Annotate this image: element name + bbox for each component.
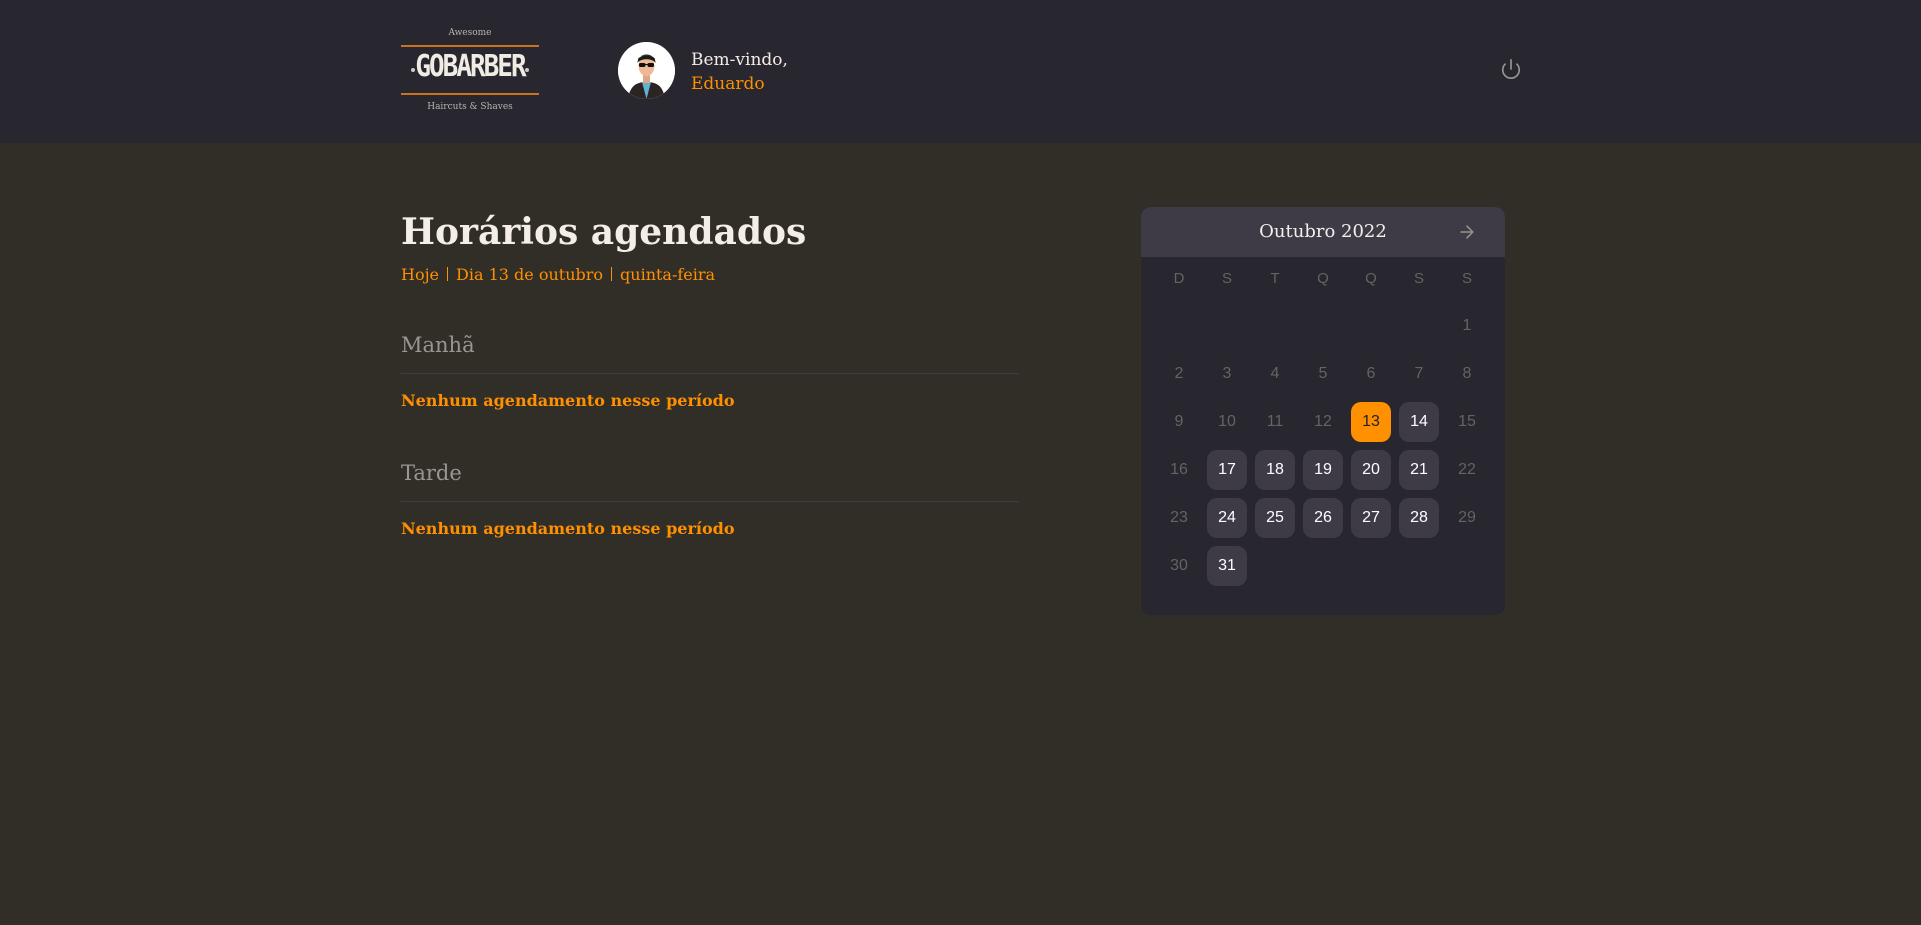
calendar-day[interactable]: 27 bbox=[1351, 498, 1391, 538]
section-title-afternoon: Tarde bbox=[401, 461, 462, 485]
empty-message-morning: Nenhum agendamento nesse período bbox=[401, 391, 735, 410]
calendar-day: 9 bbox=[1174, 413, 1184, 430]
calendar-day: 10 bbox=[1218, 413, 1236, 430]
subtitle-separator bbox=[447, 267, 449, 281]
section-title-morning: Manhã bbox=[401, 333, 475, 357]
section-divider bbox=[401, 501, 1019, 502]
weekday-header: Q bbox=[1365, 270, 1377, 287]
calendar-day: 2 bbox=[1174, 365, 1184, 382]
calendar-day: 29 bbox=[1458, 509, 1476, 526]
calendar-day-selected[interactable]: 13 bbox=[1351, 402, 1391, 442]
page-title: Horários agendados bbox=[401, 211, 807, 253]
logo-top-text: Awesome bbox=[448, 28, 492, 38]
logo-divider bbox=[401, 93, 539, 95]
calendar-day[interactable]: 31 bbox=[1207, 546, 1247, 586]
calendar-day: 5 bbox=[1318, 365, 1328, 382]
user-avatar-icon bbox=[618, 42, 675, 99]
calendar-day[interactable]: 14 bbox=[1399, 402, 1439, 442]
calendar-day: 11 bbox=[1266, 413, 1284, 430]
calendar-day: 12 bbox=[1314, 413, 1332, 430]
calendar-day[interactable]: 20 bbox=[1351, 450, 1391, 490]
power-icon bbox=[1501, 59, 1521, 79]
weekday-header: T bbox=[1270, 270, 1280, 287]
user-avatar[interactable] bbox=[618, 42, 675, 99]
next-month-button[interactable] bbox=[1457, 222, 1477, 242]
calendar-day[interactable]: 26 bbox=[1303, 498, 1343, 538]
calendar-day[interactable]: 19 bbox=[1303, 450, 1343, 490]
calendar-day[interactable]: 28 bbox=[1399, 498, 1439, 538]
weekday-header: D bbox=[1173, 270, 1185, 287]
top-header: Awesome GOBARBER Haircuts & Shaves Bem-v… bbox=[0, 0, 1921, 143]
calendar-day[interactable]: 18 bbox=[1255, 450, 1295, 490]
section-divider bbox=[401, 373, 1019, 374]
calendar-day: 1 bbox=[1462, 317, 1472, 334]
arrow-right-icon bbox=[1460, 225, 1474, 239]
calendar-day: 23 bbox=[1170, 509, 1188, 526]
calendar-day: 7 bbox=[1414, 365, 1424, 382]
logo-bottom-text: Haircuts & Shaves bbox=[427, 102, 513, 112]
calendar-day: 15 bbox=[1458, 413, 1476, 430]
calendar-day: 16 bbox=[1170, 461, 1188, 478]
calendar-month-label: Outubro 2022 bbox=[1259, 221, 1387, 242]
signout-button[interactable] bbox=[1500, 58, 1522, 80]
calendar-header: Outubro 2022 bbox=[1141, 207, 1505, 257]
user-name-link[interactable]: Eduardo bbox=[691, 72, 765, 96]
logo-main-text: GOBARBER bbox=[415, 49, 526, 85]
calendar-day: 6 bbox=[1366, 365, 1376, 382]
gobarber-logo[interactable]: Awesome GOBARBER Haircuts & Shaves bbox=[401, 28, 539, 114]
logo-divider bbox=[401, 45, 539, 47]
weekday-header: Q bbox=[1317, 270, 1329, 287]
calendar-day: 8 bbox=[1462, 365, 1472, 382]
calendar-day[interactable]: 17 bbox=[1207, 450, 1247, 490]
weekday-header: S bbox=[1461, 270, 1472, 287]
today-label: Hoje bbox=[401, 264, 440, 284]
welcome-text: Bem-vindo, bbox=[691, 50, 788, 70]
subtitle-separator bbox=[611, 267, 613, 281]
calendar-day[interactable]: 21 bbox=[1399, 450, 1439, 490]
weekday-header: S bbox=[1413, 270, 1424, 287]
date-subtitle: Hoje Dia 13 de outubro quinta-feira bbox=[401, 263, 715, 285]
calendar: Outubro 2022 D S T Q Q S S 1 2 3 4 5 6 7 8 9 10 11 12 13 14 1… bbox=[1141, 207, 1505, 615]
weekday-header: S bbox=[1221, 270, 1232, 287]
calendar-day: 22 bbox=[1458, 461, 1476, 478]
logo-dot bbox=[525, 68, 529, 72]
weekday-label: quinta-feira bbox=[620, 264, 716, 284]
calendar-day[interactable]: 24 bbox=[1207, 498, 1247, 538]
calendar-day: 30 bbox=[1170, 557, 1188, 574]
calendar-day[interactable]: 25 bbox=[1255, 498, 1295, 538]
empty-message-afternoon: Nenhum agendamento nesse período bbox=[401, 519, 735, 538]
date-label: Dia 13 de outubro bbox=[456, 264, 604, 284]
calendar-day: 3 bbox=[1222, 365, 1232, 382]
calendar-day: 4 bbox=[1270, 365, 1280, 382]
